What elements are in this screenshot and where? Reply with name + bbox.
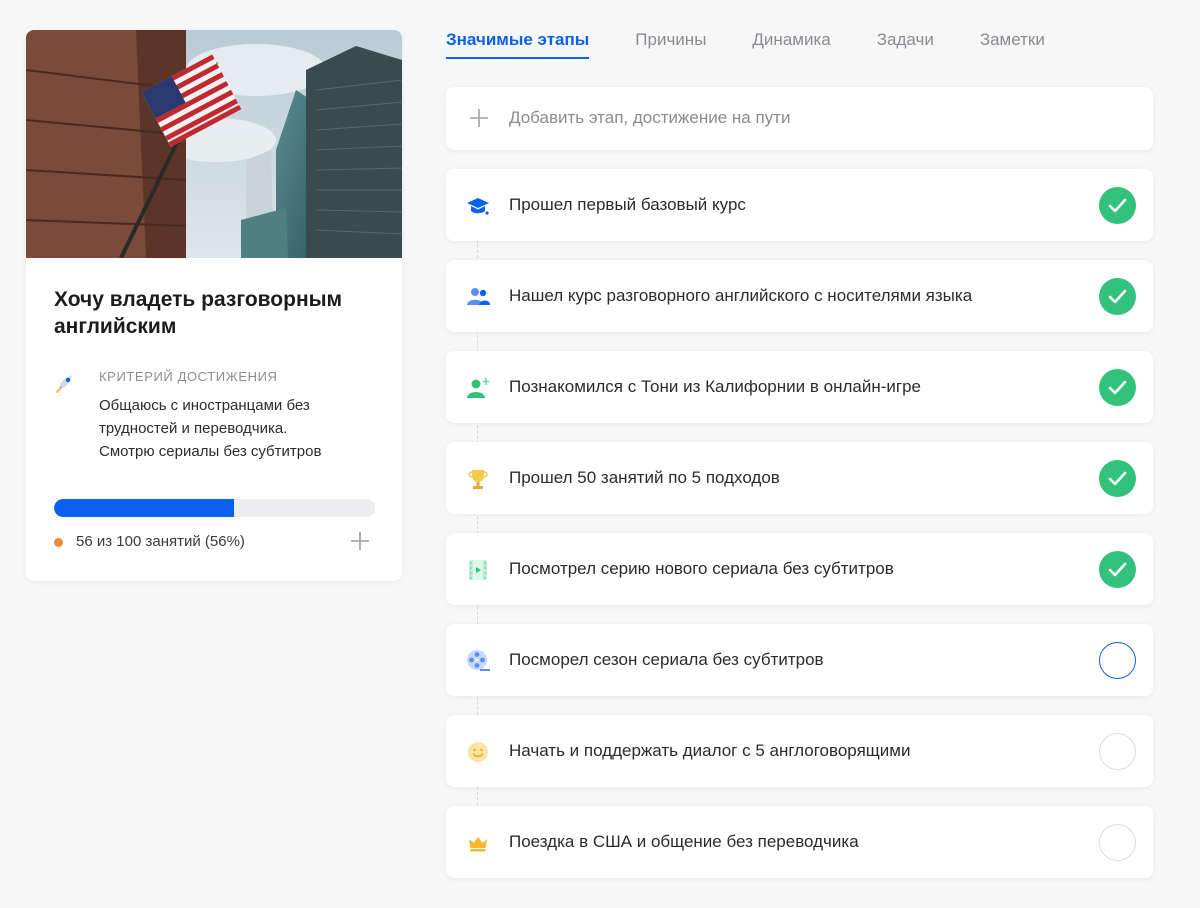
- film-icon: [469, 560, 487, 580]
- milestone-label: Познакомился с Тони из Калифорнии в онла…: [509, 377, 921, 396]
- milestone-item: Начать и поддержать диалог с 5 англогово…: [446, 715, 1153, 787]
- goal-card: Хочу владеть разговорным английским КРИТ…: [26, 30, 402, 581]
- add-milestone-label: Добавить этап, достижение на пути: [509, 108, 791, 127]
- goal-title: Хочу владеть разговорным английским: [54, 288, 343, 338]
- check-icon: [1108, 289, 1127, 304]
- milestone-label: Начать и поддержать диалог с 5 англогово…: [509, 741, 911, 760]
- rocket-icon: [56, 375, 72, 393]
- milestone-item: Познакомился с Тони из Калифорнии в онла…: [446, 351, 1153, 423]
- milestone-label: Поездка в США и общение без переводчика: [509, 832, 859, 851]
- milestone-checkbox[interactable]: [1099, 460, 1136, 497]
- goal-cover-image: [26, 30, 402, 258]
- milestone-item: Посморел сезон сериала без субтитров: [446, 624, 1153, 696]
- check-icon: [1108, 562, 1127, 577]
- milestone-checkbox[interactable]: [1099, 278, 1136, 315]
- add-user-icon: [467, 378, 490, 398]
- milestone-checkbox[interactable]: [1099, 733, 1136, 770]
- progress-text: 56 из 100 занятий (56%): [76, 533, 245, 550]
- tab-dynamics[interactable]: Динамика: [752, 30, 830, 60]
- group-icon: [467, 288, 490, 305]
- milestone-label: Прошел первый базовый курс: [509, 195, 746, 214]
- trophy-icon: [468, 470, 488, 489]
- graduation-cap-icon: [467, 198, 489, 215]
- milestone-item: Нашел курс разговорного английского с но…: [446, 260, 1153, 332]
- milestone-checkbox[interactable]: [1099, 642, 1136, 679]
- milestone-label: Нашел курс разговорного английского с но…: [509, 286, 973, 305]
- criterion-label: КРИТЕРИЙ ДОСТИЖЕНИЯ: [99, 369, 278, 384]
- tab-tasks[interactable]: Задачи: [877, 30, 934, 60]
- milestone-item: Поездка в США и общение без переводчика: [446, 806, 1153, 878]
- progress-bar-fill: [54, 499, 234, 517]
- milestone-label: Прошел 50 занятий по 5 подходов: [509, 468, 780, 487]
- tab-bar: Значимые этапы Причины Динамика Задачи З…: [446, 30, 1091, 60]
- check-icon: [1108, 471, 1127, 486]
- milestone-item: Прошел 50 занятий по 5 подходов: [446, 442, 1153, 514]
- milestone-label: Посмотрел серию нового сериала без субти…: [509, 559, 894, 578]
- milestone-checkbox[interactable]: [1099, 824, 1136, 861]
- tab-notes[interactable]: Заметки: [980, 30, 1045, 60]
- smile-icon: [468, 742, 488, 762]
- check-icon: [1108, 198, 1127, 213]
- plus-icon: [470, 109, 488, 127]
- progress-bar: [54, 499, 375, 517]
- milestone-item: Прошел первый базовый курс: [446, 169, 1153, 241]
- milestone-label: Посморел сезон сериала без субтитров: [509, 650, 824, 669]
- milestone-checkbox[interactable]: [1099, 369, 1136, 406]
- milestone-item: Посмотрел серию нового сериала без субти…: [446, 533, 1153, 605]
- film-reel-icon: [467, 650, 490, 671]
- add-progress-button[interactable]: [348, 529, 372, 553]
- tab-reasons[interactable]: Причины: [635, 30, 706, 60]
- milestone-checkbox[interactable]: [1099, 551, 1136, 588]
- criterion-text: Общаюсь с иностранцами без трудностей и …: [99, 397, 322, 460]
- crown-icon: [469, 837, 487, 852]
- milestone-checkbox[interactable]: [1099, 187, 1136, 224]
- add-milestone-button[interactable]: Добавить этап, достижение на пути: [446, 87, 1153, 150]
- progress-status-dot: [54, 538, 63, 547]
- tab-milestones[interactable]: Значимые этапы: [446, 30, 590, 60]
- check-icon: [1108, 380, 1127, 395]
